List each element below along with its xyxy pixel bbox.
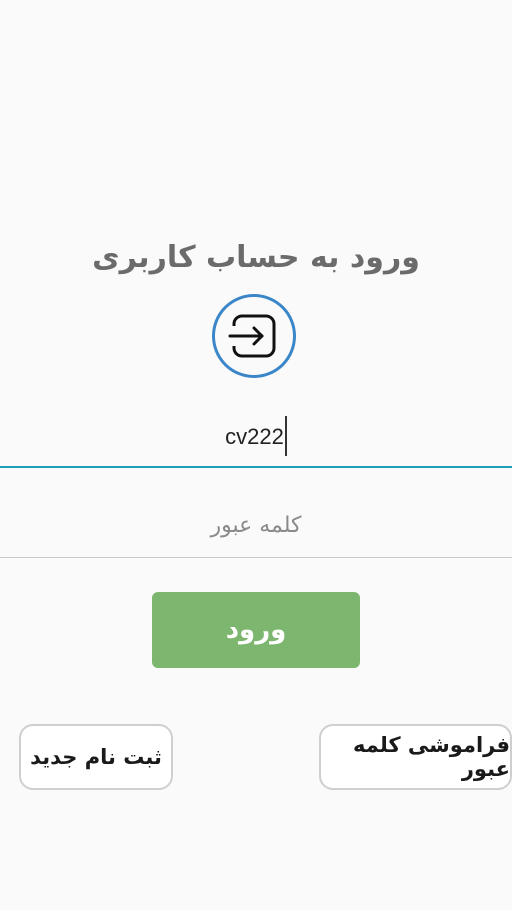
password-placeholder: کلمه عبور: [210, 513, 302, 538]
username-text: cv222: [225, 423, 284, 449]
text-caret: [284, 416, 287, 456]
login-button[interactable]: ورود: [152, 592, 360, 668]
username-field[interactable]: cv222: [0, 406, 512, 468]
page-title: ورود به حساب کاربری: [92, 240, 420, 275]
forgot-password-button[interactable]: فراموشی کلمه عبور: [319, 724, 512, 790]
enter-arrow-icon: [228, 314, 276, 358]
password-field[interactable]: کلمه عبور: [0, 497, 512, 558]
username-input-value[interactable]: cv222: [0, 416, 512, 458]
login-screen: ورود به حساب کاربری cv222 کلمه عبور ورود…: [0, 0, 512, 910]
register-button[interactable]: ثبت نام جدید: [19, 724, 173, 790]
login-icon: [212, 294, 296, 378]
